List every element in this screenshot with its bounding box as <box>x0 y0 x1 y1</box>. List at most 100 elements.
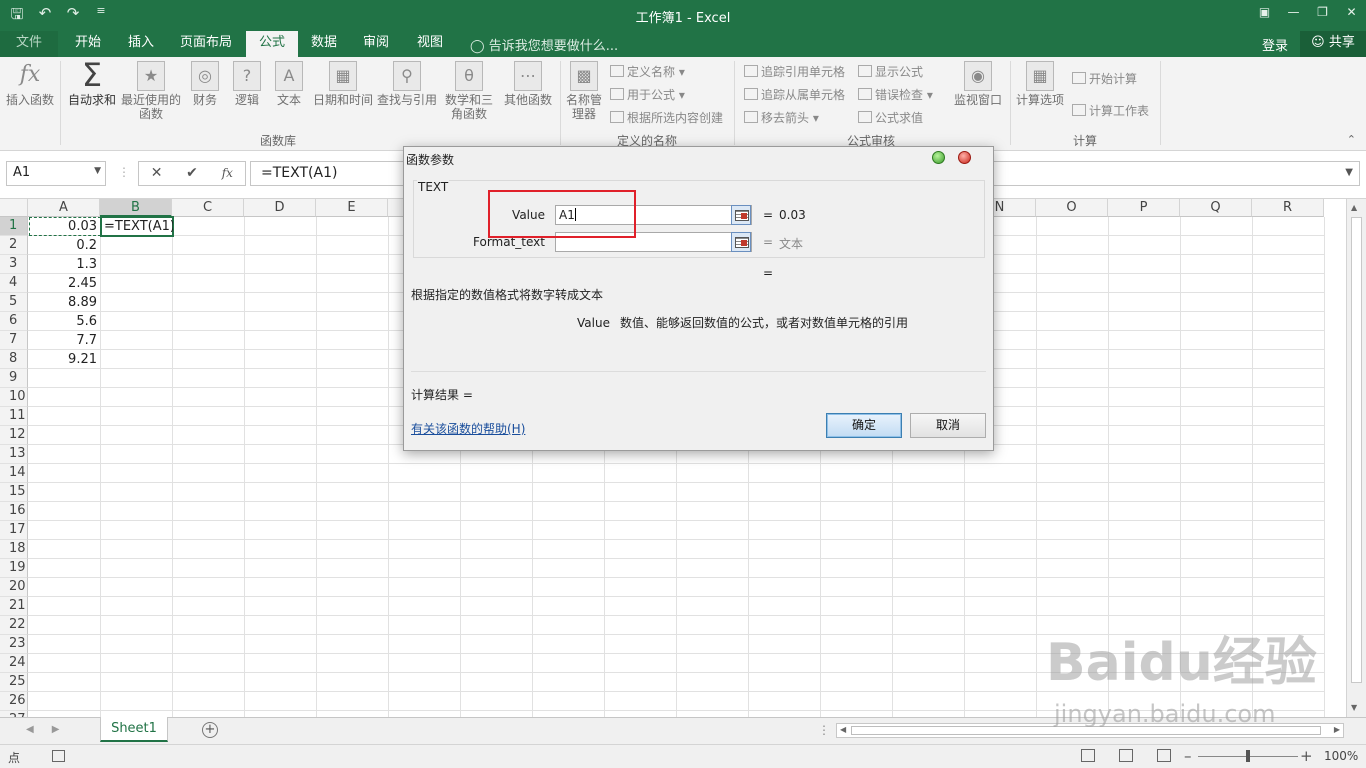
row-header-21[interactable]: 21 <box>0 597 28 616</box>
column-header-q[interactable]: Q <box>1180 199 1252 217</box>
tell-me-search[interactable]: ◯ 告诉我您想要做什么... <box>470 35 618 54</box>
close-icon[interactable]: ✕ <box>1337 0 1366 25</box>
row-header-18[interactable]: 18 <box>0 540 28 559</box>
scroll-down-icon[interactable]: ▼ <box>1351 703 1357 712</box>
function-help-link[interactable]: 有关该函数的帮助(H) <box>411 420 525 437</box>
column-header-a[interactable]: A <box>28 199 100 217</box>
sheet-nav-arrows[interactable]: ◀▶ <box>26 724 77 735</box>
tab-insert[interactable]: 插入 <box>116 31 166 57</box>
cell-b1[interactable]: =TEXT(A1) <box>101 217 173 236</box>
financial-button[interactable]: ◎ 财务 <box>188 61 222 107</box>
row-header-4[interactable]: 4 <box>0 274 28 293</box>
column-header-c[interactable]: C <box>172 199 244 217</box>
show-formulas-button[interactable]: 显示公式 <box>858 63 923 80</box>
page-break-view-icon[interactable] <box>1157 749 1171 762</box>
more-functions-button[interactable]: ⋯ 其他函数 <box>502 61 554 107</box>
cell-a6[interactable]: 5.6 <box>28 312 100 331</box>
calculate-now-button[interactable]: 开始计算 <box>1072 70 1137 87</box>
dialog-close-icon[interactable] <box>958 151 971 164</box>
trace-dependents-button[interactable]: 追踪从属单元格 <box>744 86 845 103</box>
enter-formula-icon[interactable]: ✔ <box>174 162 209 185</box>
calc-options-button[interactable]: ▦ 计算选项 <box>1014 61 1066 107</box>
row-header-2[interactable]: 2 <box>0 236 28 255</box>
text-functions-button[interactable]: A 文本 <box>272 61 306 107</box>
row-header-15[interactable]: 15 <box>0 483 28 502</box>
vertical-scroll-thumb[interactable] <box>1351 217 1362 683</box>
zoom-slider-knob[interactable] <box>1246 750 1250 762</box>
row-header-3[interactable]: 3 <box>0 255 28 274</box>
dialog-title[interactable]: 函数参数 <box>404 147 993 170</box>
row-header-20[interactable]: 20 <box>0 578 28 597</box>
tab-view[interactable]: 视图 <box>408 31 452 57</box>
insert-function-button[interactable]: fx 插入函数 <box>4 61 56 107</box>
scroll-up-icon[interactable]: ▲ <box>1351 203 1357 212</box>
sheet-tab-sheet1[interactable]: Sheet1 <box>100 717 168 742</box>
name-manager-button[interactable]: ▩ 名称管理器 <box>564 61 604 121</box>
scroll-left-icon[interactable]: ◀ <box>840 725 846 734</box>
row-header-26[interactable]: 26 <box>0 692 28 711</box>
normal-view-icon[interactable] <box>1081 749 1095 762</box>
minimize-icon[interactable]: — <box>1279 0 1308 25</box>
tab-formulas[interactable]: 公式 <box>246 31 298 57</box>
scroll-right-icon[interactable]: ▶ <box>1334 725 1340 734</box>
cell-a5[interactable]: 8.89 <box>28 293 100 312</box>
error-checking-button[interactable]: 错误检查 ▾ <box>858 86 933 103</box>
column-header-o[interactable]: O <box>1036 199 1108 217</box>
use-in-formula-button[interactable]: 用于公式 ▾ <box>610 86 685 103</box>
recent-functions-button[interactable]: ★ 最近使用的函数 <box>120 61 182 121</box>
select-all-corner[interactable] <box>0 199 28 217</box>
row-header-13[interactable]: 13 <box>0 445 28 464</box>
row-header-7[interactable]: 7 <box>0 331 28 350</box>
cell-a3[interactable]: 1.3 <box>28 255 100 274</box>
insert-function-icon[interactable]: fx <box>210 162 245 185</box>
math-trig-button[interactable]: θ 数学和三角函数 <box>440 61 498 121</box>
evaluate-formula-button[interactable]: 公式求值 <box>858 109 923 126</box>
collapse-dialog-icon[interactable] <box>731 205 751 225</box>
row-header-16[interactable]: 16 <box>0 502 28 521</box>
row-header-5[interactable]: 5 <box>0 293 28 312</box>
ok-button[interactable]: 确定 <box>826 413 902 438</box>
cell-a2[interactable]: 0.2 <box>28 236 100 255</box>
hscroll-grip-icon[interactable]: ⋮ <box>818 723 830 737</box>
zoom-out-icon[interactable]: – <box>1184 747 1192 765</box>
row-header-9[interactable]: 9 <box>0 369 28 388</box>
row-header-14[interactable]: 14 <box>0 464 28 483</box>
tab-review[interactable]: 审阅 <box>354 31 398 57</box>
column-header-r[interactable]: R <box>1252 199 1324 217</box>
add-sheet-icon[interactable]: + <box>202 722 218 738</box>
dialog-help-icon[interactable] <box>932 151 945 164</box>
macro-record-icon[interactable] <box>52 750 65 762</box>
define-name-button[interactable]: 定义名称 ▾ <box>610 63 685 80</box>
datetime-button[interactable]: ▦ 日期和时间 <box>312 61 374 107</box>
trace-precedents-button[interactable]: 追踪引用单元格 <box>744 63 845 80</box>
logical-button[interactable]: ? 逻辑 <box>230 61 264 107</box>
cell-a4[interactable]: 2.45 <box>28 274 100 293</box>
vertical-scrollbar[interactable]: ▲ ▼ <box>1346 199 1366 717</box>
collapse-dialog-icon[interactable] <box>731 232 751 252</box>
row-header-25[interactable]: 25 <box>0 673 28 692</box>
create-from-selection-button[interactable]: 根据所选内容创建 <box>610 109 723 126</box>
login-link[interactable]: 登录 <box>1262 35 1288 54</box>
row-header-22[interactable]: 22 <box>0 616 28 635</box>
tab-home[interactable]: 开始 <box>62 31 114 57</box>
tab-data[interactable]: 数据 <box>302 31 346 57</box>
share-button[interactable]: ☺ 共享 <box>1300 31 1366 57</box>
row-header-6[interactable]: 6 <box>0 312 28 331</box>
row-header-10[interactable]: 10 <box>0 388 28 407</box>
cancel-button[interactable]: 取消 <box>910 413 986 438</box>
tab-page-layout[interactable]: 页面布局 <box>172 31 240 57</box>
row-header-11[interactable]: 11 <box>0 407 28 426</box>
zoom-in-icon[interactable]: + <box>1300 747 1313 765</box>
collapse-ribbon-icon[interactable]: ⌃ <box>1347 133 1356 146</box>
row-header-8[interactable]: 8 <box>0 350 28 369</box>
zoom-level[interactable]: 100% <box>1324 749 1358 763</box>
restore-icon[interactable]: ❐ <box>1308 0 1337 25</box>
row-header-24[interactable]: 24 <box>0 654 28 673</box>
watch-window-button[interactable]: ◉ 监视窗口 <box>952 61 1004 107</box>
row-header-1[interactable]: 1 <box>0 217 28 236</box>
name-box[interactable]: A1 ▼ <box>6 161 106 186</box>
remove-arrows-button[interactable]: 移去箭头 ▾ <box>744 109 819 126</box>
autosum-button[interactable]: Σ 自动求和 <box>66 59 118 107</box>
cell-a8[interactable]: 9.21 <box>28 350 100 369</box>
cancel-formula-icon[interactable]: ✕ <box>139 162 174 185</box>
